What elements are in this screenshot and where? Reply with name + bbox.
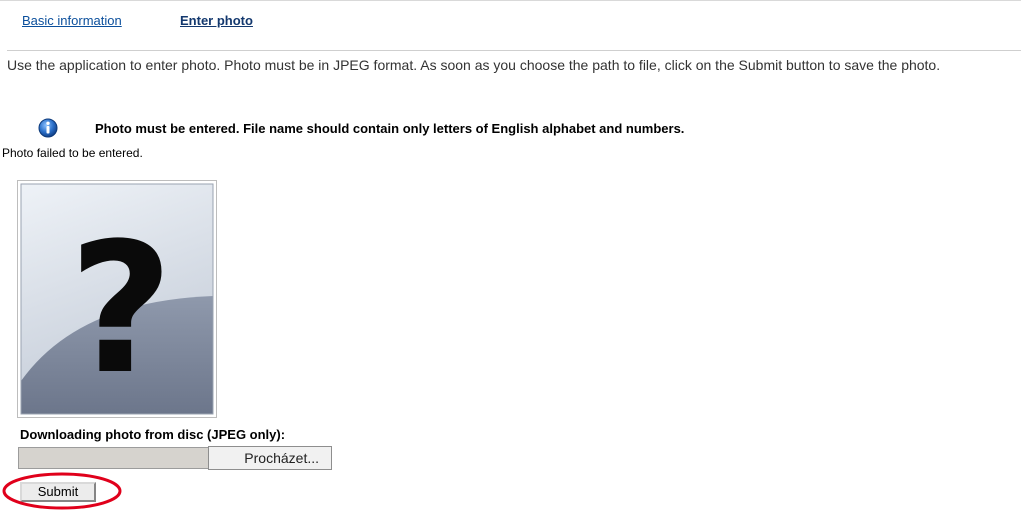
info-icon xyxy=(38,118,58,138)
notice-row: Photo must be entered. File name should … xyxy=(38,117,684,139)
tab-basic-information[interactable]: Basic information xyxy=(22,13,122,28)
question-mark-image: ? xyxy=(20,183,214,415)
file-path-input[interactable] xyxy=(18,447,208,469)
upload-label: Downloading photo from disc (JPEG only): xyxy=(20,427,286,442)
notice-text: Photo must be entered. File name should … xyxy=(95,120,685,136)
photo-placeholder: ? xyxy=(17,180,217,418)
tabs-divider xyxy=(7,50,1021,51)
file-upload-control: Procházet... xyxy=(18,446,332,471)
browse-button[interactable]: Procházet... xyxy=(208,446,332,470)
intro-text: Use the application to enter photo. Phot… xyxy=(7,57,941,73)
question-mark-glyph: ? xyxy=(69,205,173,414)
tab-enter-photo[interactable]: Enter photo xyxy=(180,13,253,28)
status-message: Photo failed to be entered. xyxy=(2,146,143,160)
submit-button[interactable]: Submit xyxy=(20,482,96,502)
top-divider xyxy=(0,0,1021,1)
